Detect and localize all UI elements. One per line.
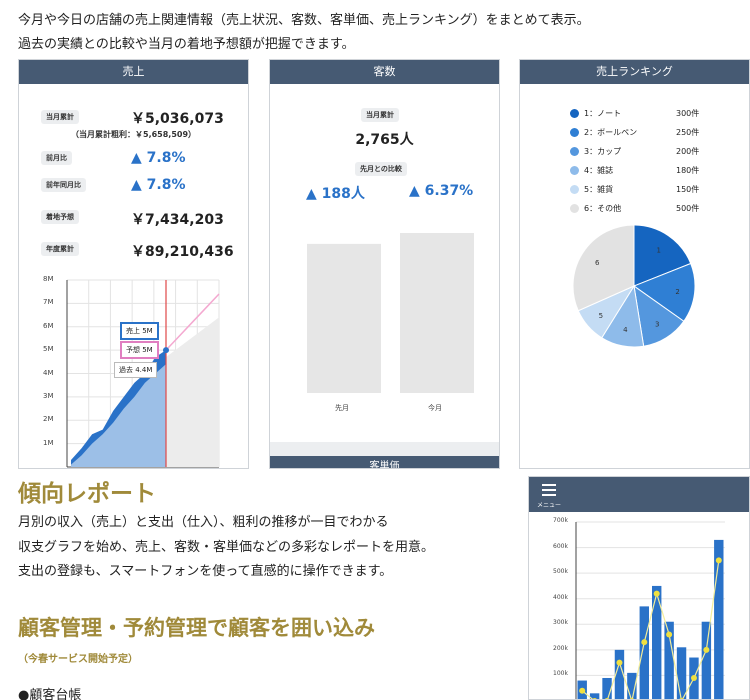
phone-line-point-6 [653,590,660,597]
phone-mockup: メニュー 700k 600k 500k 400k 300k 200k 100k [528,476,750,700]
phone-line-point-9 [690,674,697,681]
past-series-area [71,364,166,467]
customers-x-label-0: 先月 [335,404,349,412]
ranking-pie-chart: 1 2 3 4 5 6 [572,224,696,348]
sales-tooltip: 売上 5M [120,322,159,340]
phone-bar-10 [701,621,712,699]
phone-bar-5 [639,606,649,699]
customers-panel: 客数 当月累計 2,765人 先月との比較 ▲ 188人 ▲ 6.37% 先月 … [269,59,500,469]
intro-line-2: 過去の実績との比較や当月の着地予想額が把握できます。 [18,37,355,52]
pie-slice-label: 4 [623,326,628,334]
pie-slice-label: 1 [656,247,660,255]
pie-slice-label: 3 [655,320,659,328]
trend-report-line-2: 収支グラフを始め、売上、客数・客単価などの多彩なレポートを用意。 [18,540,435,555]
sales-area-chart [66,279,220,468]
trend-report-line-1: 月別の収入（売上）と支出（仕入）、粗利の推移が一目でわかる [18,515,389,530]
phone-bar-line-chart [575,521,725,699]
phone-line-point-0 [579,687,586,694]
phone-line-point-10 [703,646,710,653]
sales-remaining-area [166,317,219,467]
phone-bar-3 [614,649,625,699]
pie-slice-label: 2 [675,288,679,296]
phone-line-point-7 [666,631,673,638]
customers-bar-chart [307,233,474,393]
sales-current-point [163,347,169,354]
phone-line-point-11 [715,557,722,564]
customers-bar-1 [400,233,474,393]
pie-slice-label: 5 [599,312,603,320]
ranking-panel: 売上ランキング 1：ノート 300件 2：ボールペン 250件 3：カップ 200件 4：雑… [519,59,750,469]
customer-mgmt-heading: 顧客管理・予約管理で顧客を囲い込み [18,616,375,640]
forecast-tooltip: 予想 5M [120,341,159,359]
phone-bar-8 [676,647,687,699]
customer-ledger-item: ●顧客台帳 [18,688,82,700]
trend-report-heading: 傾向レポート [18,481,156,507]
sales-panel: 売上 当月累計 ￥5,036,073 （当月累計粗利：￥5,658,509） 前… [18,59,249,469]
customers-bar-0 [307,243,381,393]
customer-mgmt-note: （今春サービス開始予定） [18,654,138,665]
trend-report-line-3: 支出の登録も、スマートフォンを使って直感的に操作できます。 [18,564,393,579]
phone-line-point-3 [616,659,623,666]
phone-line-point-5 [641,639,648,646]
past-tooltip: 過去 4.4M [114,362,158,378]
customers-panel-footer [270,442,499,456]
customers-x-label-1: 今月 [428,404,442,412]
pie-slice-label: 6 [595,259,600,267]
intro-line-1: 今月や今日の店舗の売上関連情報（売上状況、客数、客単価、売上ランキング）をまとめ… [18,13,590,28]
unit-price-section-title: 客単価 [270,456,499,468]
